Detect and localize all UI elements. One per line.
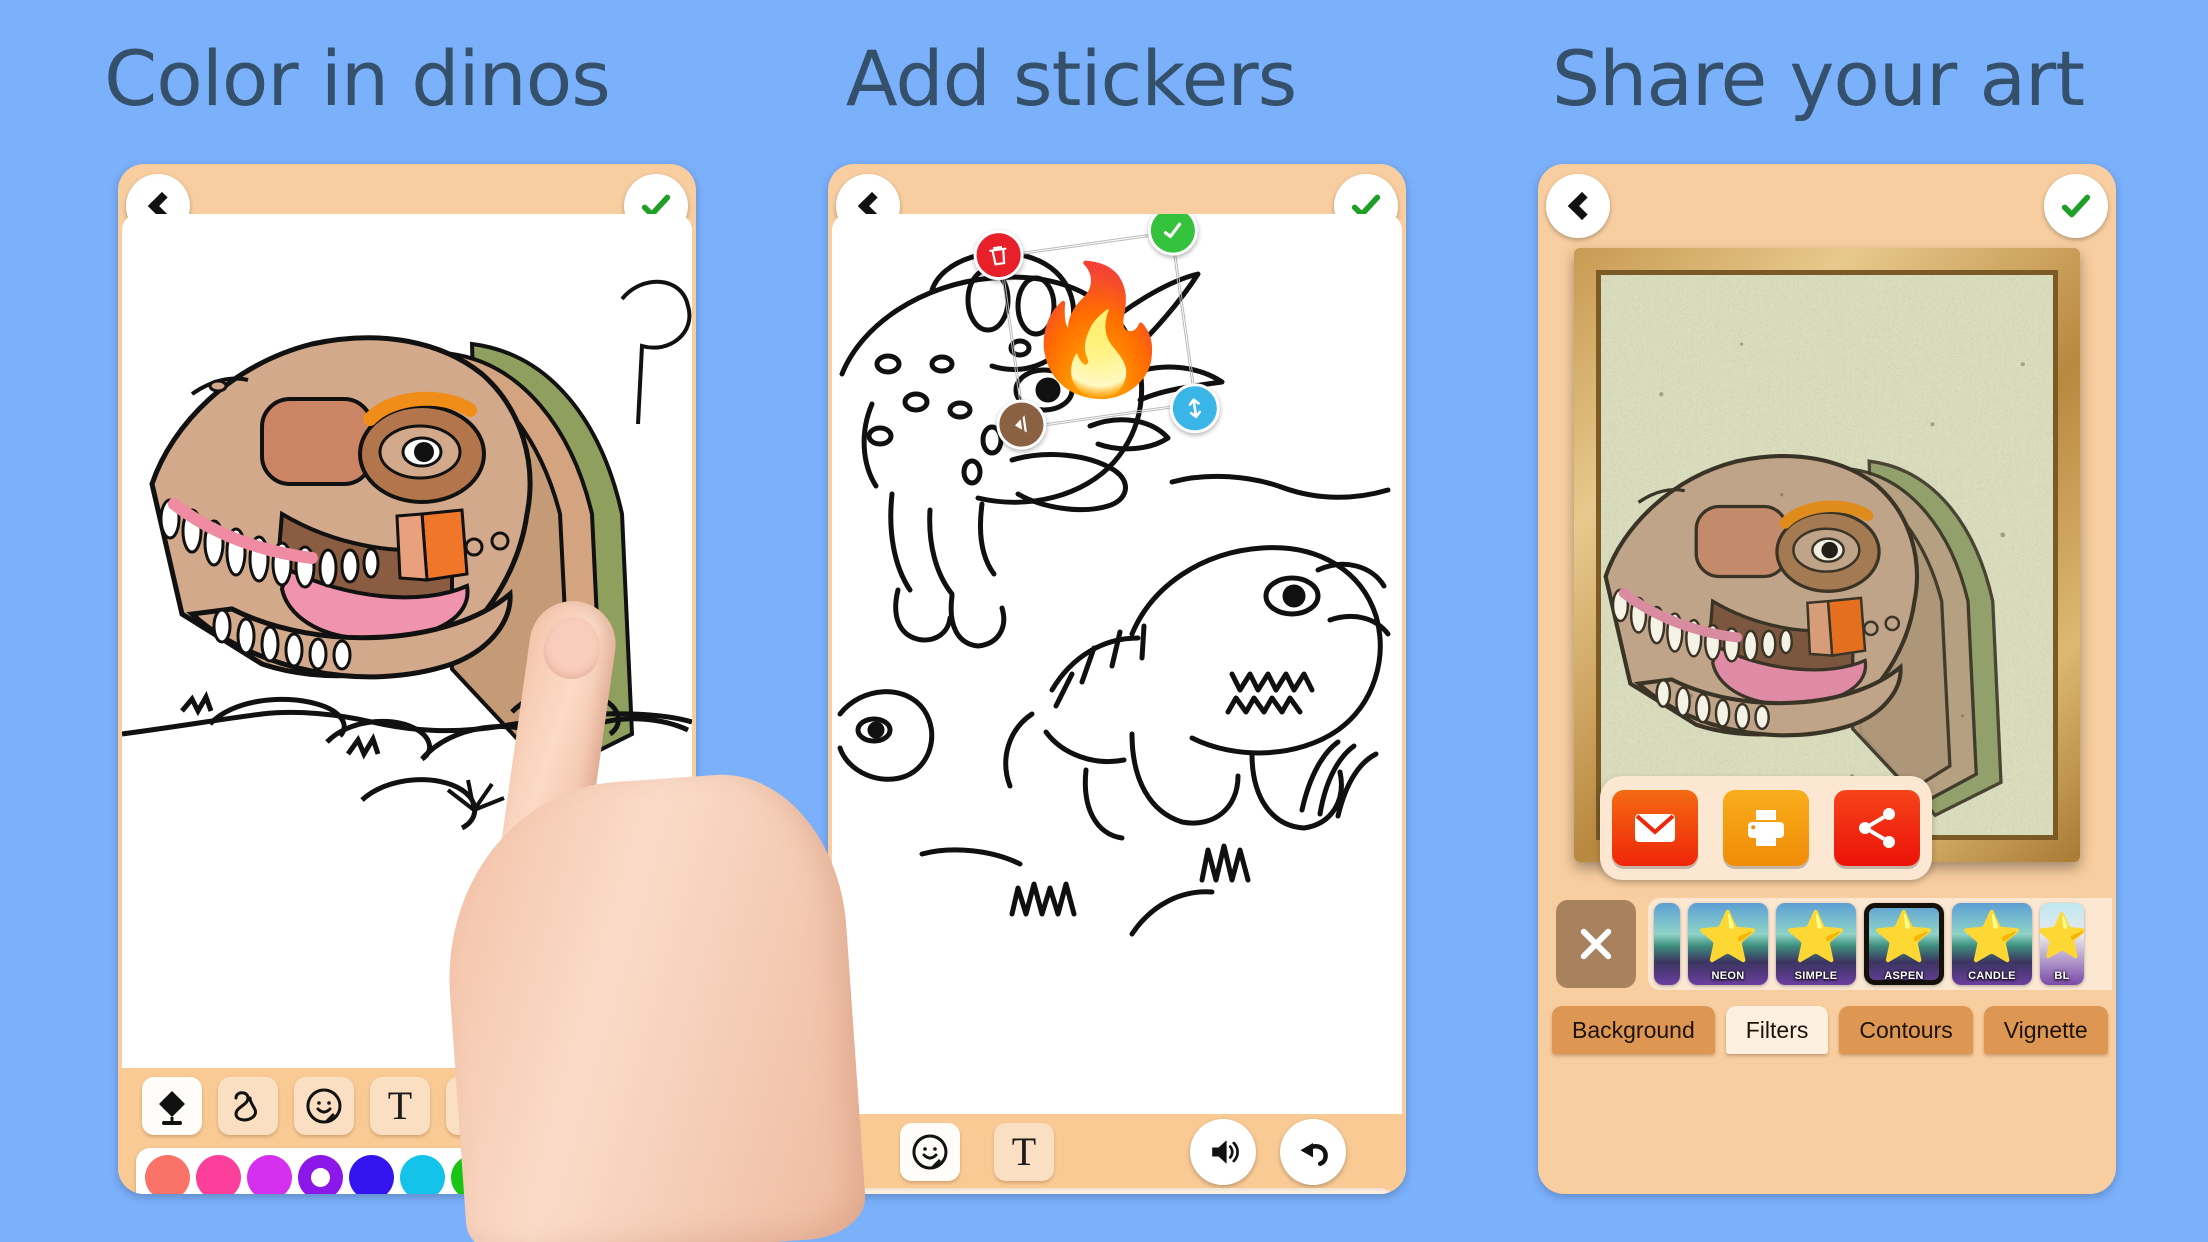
check-icon <box>2061 194 2091 218</box>
star-icon: ⭐ <box>1872 909 1936 966</box>
printer-icon <box>1747 810 1784 846</box>
filter-label: BL <box>2054 970 2070 982</box>
undo-arrow-icon <box>1300 1143 1328 1166</box>
sticker-tray[interactable]: 🔥 🪨 ☀️ 😎 🌟 🌈 🌧️ 🔥 🪨 🍖 ⛅ ⭐ 🌟 🌈 <box>838 1188 1396 1194</box>
close-x-icon <box>1580 928 1612 960</box>
filter-thumbnail-partial[interactable]: ⭐ BL <box>2040 903 2084 985</box>
trex-vintage-artwork <box>1601 275 2053 835</box>
tab-background[interactable]: Background <box>1552 1006 1715 1054</box>
speaker-icon <box>1212 1140 1239 1164</box>
headline-share-your-art: Share your art <box>1551 34 2085 123</box>
text-tool[interactable]: T <box>994 1123 1054 1181</box>
fx-icon: FX <box>459 1089 493 1123</box>
done-button[interactable] <box>2044 174 2108 238</box>
filter-thumbnail-selected[interactable]: ⭐ ASPEN <box>1864 903 1944 985</box>
editor-tabs: Background Filters Contours Vignette <box>1552 1006 2108 1054</box>
share-button[interactable] <box>1833 790 1920 866</box>
color-palette[interactable] <box>136 1148 656 1194</box>
tab-vignette[interactable]: Vignette <box>1983 1006 2108 1054</box>
color-swatch[interactable] <box>604 1155 649 1194</box>
color-swatch[interactable] <box>502 1155 547 1194</box>
drawing-toolbar: T FX <box>118 1068 696 1146</box>
paint-bucket-tool[interactable] <box>142 1077 202 1135</box>
filter-label: CANDLE <box>1968 970 2016 982</box>
envelope-icon <box>1635 814 1676 842</box>
trex-colored-artwork <box>122 279 692 831</box>
color-swatch[interactable] <box>553 1155 598 1194</box>
color-swatch-selected[interactable] <box>298 1155 343 1194</box>
screenshot-root: Color in dinos Add stickers Share your a… <box>0 0 2208 1242</box>
star-icon: ⭐ <box>1784 909 1848 966</box>
sticker-tool[interactable] <box>294 1077 354 1135</box>
color-swatch[interactable] <box>247 1155 292 1194</box>
tab-label: Contours <box>1859 1016 1953 1043</box>
sticker-tray-row-1: 🔥 🪨 ☀️ 😎 🌟 🌈 🌧️ <box>838 1188 1396 1194</box>
sticker-toolbar: T <box>828 1114 1406 1190</box>
sticker-tool[interactable] <box>900 1123 960 1181</box>
filter-thumbnail[interactable]: ⭐ NEON <box>1688 903 1768 985</box>
filter-label: NEON <box>1711 970 1745 982</box>
color-swatch[interactable] <box>400 1155 445 1194</box>
tab-label: Background <box>1572 1016 1695 1043</box>
resize-diagonal-icon <box>1188 398 1202 419</box>
svg-text:FX: FX <box>466 1100 487 1117</box>
artwork-frame <box>1574 248 2080 862</box>
brush-tool[interactable] <box>218 1077 278 1135</box>
fx-tool[interactable]: FX <box>446 1077 506 1135</box>
star-icon: ⭐ <box>1960 909 2024 966</box>
text-tool[interactable]: T <box>370 1077 430 1135</box>
sticker-smiley-icon <box>912 1134 948 1170</box>
color-swatch[interactable] <box>349 1155 394 1194</box>
print-button[interactable] <box>1722 790 1809 866</box>
back-button[interactable] <box>1546 174 1610 238</box>
squiggle-brush-icon <box>234 1091 257 1122</box>
star-icon: ⭐ <box>1696 909 1760 966</box>
paint-bucket-icon <box>159 1091 185 1125</box>
undo-tool[interactable] <box>1280 1119 1346 1185</box>
palette-area <box>118 1146 696 1194</box>
coloring-canvas[interactable] <box>122 214 692 1068</box>
flip-icon <box>1014 415 1027 434</box>
sticker-smiley-icon <box>306 1088 342 1124</box>
tab-label: Filters <box>1745 1016 1809 1043</box>
filter-label: SIMPLE <box>1794 970 1838 982</box>
tab-filters[interactable]: Filters <box>1725 1006 1829 1054</box>
color-swatch[interactable] <box>145 1155 190 1194</box>
headline-color-in-dinos: Color in dinos <box>104 34 611 123</box>
phone-panel-share: ⭐ NEON ⭐ SIMPLE ⭐ ASPEN ⭐ CANDLE ⭐ BL Ba… <box>1538 164 2116 1194</box>
filter-strip: ⭐ NEON ⭐ SIMPLE ⭐ ASPEN ⭐ CANDLE ⭐ BL <box>1538 894 2116 998</box>
text-t-icon: T <box>387 1083 413 1128</box>
filter-label: ASPEN <box>1884 970 1924 982</box>
text-t-icon: T <box>1011 1129 1037 1174</box>
filter-thumbnail[interactable]: ⭐ SIMPLE <box>1776 903 1856 985</box>
fire-sticker-icon: 🔥 <box>1019 259 1177 400</box>
phone-panel-stickers: 🔥 T <box>828 164 1406 1194</box>
palette-row-1 <box>145 1155 649 1194</box>
filter-thumbnail-partial[interactable] <box>1654 903 1680 985</box>
color-swatch[interactable] <box>196 1155 241 1194</box>
chevron-left-icon <box>1567 191 1596 221</box>
sticker-canvas[interactable]: 🔥 <box>832 214 1402 1114</box>
tab-label: Vignette <box>2003 1016 2088 1043</box>
close-filters-button[interactable] <box>1556 900 1636 988</box>
email-button[interactable] <box>1612 790 1699 866</box>
headline-add-stickers: Add stickers <box>845 34 1298 123</box>
topbar-share <box>1538 164 2116 238</box>
color-swatch[interactable] <box>451 1155 496 1194</box>
filter-thumbnail-list[interactable]: ⭐ NEON ⭐ SIMPLE ⭐ ASPEN ⭐ CANDLE ⭐ BL <box>1648 898 2112 990</box>
selected-sticker[interactable]: 🔥 <box>970 214 1224 453</box>
share-buttons-bar <box>1600 776 1932 880</box>
filter-thumbnail[interactable]: ⭐ CANDLE <box>1952 903 2032 985</box>
framed-artwork <box>1596 270 2058 840</box>
tab-contours[interactable]: Contours <box>1839 1006 1973 1054</box>
undo-tool[interactable] <box>518 1073 584 1139</box>
sound-tool[interactable] <box>1190 1119 1256 1185</box>
check-icon <box>1163 222 1182 239</box>
undo-arrow-icon <box>540 1096 560 1116</box>
star-icon: ⭐ <box>2040 912 2084 962</box>
trash-icon <box>989 245 1007 266</box>
share-nodes-icon <box>1858 808 1895 848</box>
phone-panel-color: T FX <box>118 164 696 1194</box>
